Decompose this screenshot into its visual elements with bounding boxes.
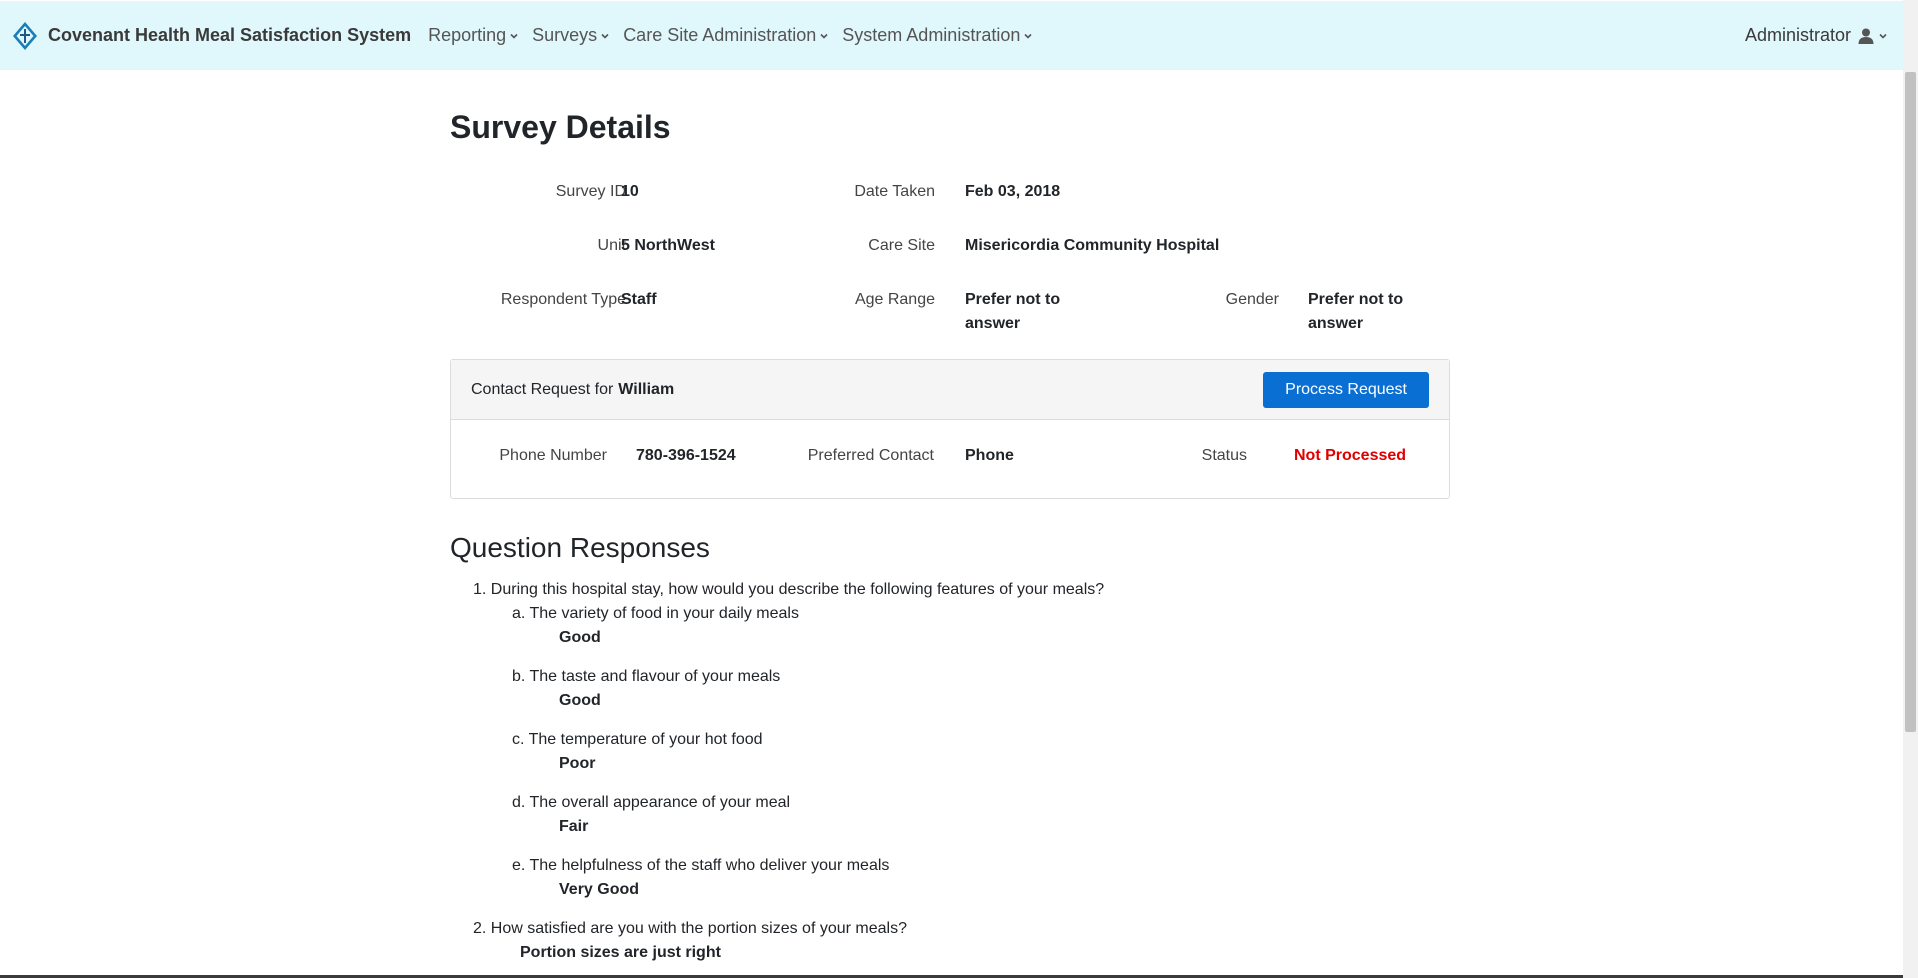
menu-reporting-label: Reporting	[428, 25, 507, 45]
sub-question-text: The overall appearance of your meal	[529, 794, 791, 811]
question-1a: a. The variety of food in your daily mea…	[512, 602, 799, 626]
age-range-value-line2: answer	[965, 315, 1021, 332]
question-2-text: How satisfied are you with the portion s…	[490, 920, 907, 937]
menu-care-site-administration[interactable]: Care Site Administration	[616, 25, 835, 46]
scrollbar-thumb[interactable]	[1905, 72, 1916, 732]
main-menu: Reporting Surveys Care Site Administrati…	[421, 25, 1039, 46]
contact-request-body: Phone Number 780-396-1524 Preferred Cont…	[451, 420, 1449, 498]
detail-row-id: Survey ID 10 Date Taken Feb 03, 2018	[450, 180, 1450, 204]
menu-surveys[interactable]: Surveys	[525, 25, 616, 46]
age-range-label: Age Range	[854, 291, 935, 308]
question-responses-title: Question Responses	[450, 532, 710, 563]
question-1: 1. During this hospital stay, how would …	[473, 578, 1104, 602]
sub-question-text: The variety of food in your daily meals	[529, 605, 799, 622]
chevron-down-icon	[1879, 32, 1887, 40]
question-1d: d. The overall appearance of your meal	[512, 791, 790, 815]
answer-1b: Good	[559, 692, 601, 709]
care-site-label: Care Site	[868, 237, 935, 254]
answer-2: Portion sizes are just right	[520, 944, 721, 961]
survey-id-label: Survey ID	[555, 183, 626, 200]
sub-question-text: The helpfulness of the staff who deliver…	[529, 857, 890, 874]
vertical-scrollbar[interactable]	[1903, 0, 1918, 978]
question-1-text: During this hospital stay, how would you…	[490, 581, 1105, 598]
contact-request-card: Contact Request for William Process Requ…	[450, 359, 1450, 499]
age-range-value-line1: Prefer not to	[965, 291, 1061, 308]
contact-request-prefix: Contact Request for	[471, 380, 614, 398]
brand[interactable]: Covenant Health Meal Satisfaction System	[12, 21, 411, 51]
phone-number-label: Phone Number	[499, 447, 607, 464]
gender-value-line1: Prefer not to	[1308, 291, 1404, 308]
sub-question-text: The taste and flavour of your meals	[529, 668, 781, 685]
answer-1d: Fair	[559, 818, 589, 835]
question-1b: b. The taste and flavour of your meals	[512, 665, 780, 689]
process-request-button[interactable]: Process Request	[1263, 371, 1429, 408]
sub-letter: d.	[512, 794, 526, 811]
answer-1a: Good	[559, 629, 601, 646]
preferred-contact-label: Preferred Contact	[807, 447, 934, 464]
user-icon	[1857, 27, 1875, 45]
date-taken-value: Feb 03, 2018	[965, 183, 1061, 200]
menu-reporting[interactable]: Reporting	[421, 25, 525, 46]
care-site-value: Misericordia Community Hospital	[965, 237, 1220, 254]
detail-row-respondent: Respondent Type Staff Age Range Prefer n…	[450, 288, 1450, 336]
unit-value: 5 NorthWest	[621, 237, 715, 254]
status-label: Status	[1201, 447, 1247, 464]
status-badge: Not Processed	[1294, 447, 1407, 464]
question-2: 2. How satisfied are you with the portio…	[473, 917, 907, 941]
gender-value-line2: answer	[1308, 315, 1364, 332]
top-navbar: Covenant Health Meal Satisfaction System…	[0, 1, 1903, 70]
gender-label: Gender	[1225, 291, 1279, 308]
phone-number-value: 780-396-1524	[636, 447, 736, 464]
question-1c: c. The temperature of your hot food	[512, 728, 763, 752]
answer-1e: Very Good	[559, 881, 640, 898]
contact-name: William	[618, 380, 675, 398]
question-1-number: 1.	[473, 581, 487, 598]
contact-request-header: Contact Request for William Process Requ…	[451, 360, 1449, 420]
main-content: Survey Details Survey ID 10 Date Taken F…	[450, 70, 1450, 961]
page-title: Survey Details	[450, 109, 671, 145]
menu-care-site-label: Care Site Administration	[623, 25, 817, 45]
menu-surveys-label: Surveys	[532, 25, 598, 45]
sub-letter: e.	[512, 857, 526, 874]
sub-letter: b.	[512, 668, 526, 685]
question-2-number: 2.	[473, 920, 487, 937]
date-taken-label: Date Taken	[854, 183, 935, 200]
user-menu[interactable]: Administrator	[1745, 25, 1887, 46]
brand-title: Covenant Health Meal Satisfaction System	[48, 25, 412, 45]
question-1e: e. The helpfulness of the staff who deli…	[512, 854, 889, 878]
chevron-down-icon	[820, 32, 828, 40]
survey-id-value: 10	[621, 183, 639, 200]
respondent-type-value: Staff	[621, 291, 657, 308]
preferred-contact-value: Phone	[965, 447, 1014, 464]
sub-letter: a.	[512, 605, 526, 622]
sub-letter: c.	[512, 731, 525, 748]
respondent-type-label: Respondent Type	[500, 291, 626, 308]
answer-1c: Poor	[559, 755, 596, 772]
detail-row-unit: Unit 5 NorthWest Care Site Misericordia …	[450, 234, 1450, 258]
menu-system-administration[interactable]: System Administration	[835, 25, 1039, 46]
sub-question-text: The temperature of your hot food	[528, 731, 763, 748]
menu-system-admin-label: System Administration	[842, 25, 1021, 45]
chevron-down-icon	[510, 32, 518, 40]
covenant-logo-icon	[12, 21, 38, 51]
user-name: Administrator	[1744, 25, 1851, 45]
chevron-down-icon	[1024, 32, 1032, 40]
chevron-down-icon	[601, 32, 609, 40]
